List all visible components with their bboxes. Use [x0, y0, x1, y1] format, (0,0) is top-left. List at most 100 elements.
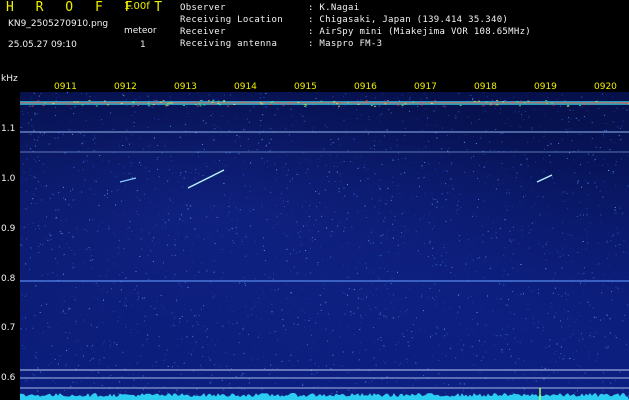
receiver-value: : AirSpy mini (Miakejima VOR 108.65MHz) [308, 27, 532, 37]
carrier-speck [270, 102, 273, 103]
carrier-speck [95, 105, 98, 107]
time-tick: 0914 [234, 82, 257, 92]
observer-value: : K.Nagai [308, 3, 360, 13]
carrier-speck [199, 100, 202, 102]
carrier-speck [217, 100, 220, 102]
carrier-speck [152, 104, 155, 106]
carrier-speck [567, 105, 570, 107]
carrier-speck [485, 101, 488, 103]
carrier-speck [31, 105, 34, 107]
carrier-speck [287, 103, 290, 105]
carrier-speck [261, 103, 264, 105]
carrier-speck [103, 100, 106, 102]
carrier-speck [211, 104, 214, 106]
antenna-value: : Maspro FM-3 [308, 39, 383, 49]
carrier-speck [223, 100, 226, 101]
carrier-speck [430, 103, 433, 104]
carrier-speck [545, 102, 548, 104]
carrier-speck [212, 100, 215, 102]
y-tick: 0.7 [1, 323, 16, 333]
carrier-speck [320, 100, 323, 102]
carrier-speck [106, 104, 109, 106]
carrier-speck [196, 105, 199, 107]
carrier-speck [552, 104, 555, 106]
carrier-speck [76, 101, 79, 103]
carrier-speck [233, 104, 236, 105]
carrier-speck [370, 105, 373, 106]
carrier-speck [374, 105, 377, 107]
carrier-speck [347, 102, 350, 104]
carrier-speck [66, 104, 69, 106]
carrier-speck [478, 100, 480, 102]
y-tick: 0.8 [1, 274, 16, 284]
carrier-speck [551, 102, 554, 104]
time-tick: 0920 [594, 82, 617, 92]
carrier-speck [207, 100, 210, 102]
time-tick: 0918 [474, 82, 497, 92]
carrier-speck [490, 103, 493, 105]
time-tick: 0913 [174, 82, 197, 92]
carrier-speck [297, 101, 300, 103]
carrier-speck [223, 101, 226, 103]
time-tick: 0912 [114, 82, 137, 92]
carrier-speck [545, 100, 548, 102]
carrier-speck [579, 105, 581, 107]
carrier-speck [595, 100, 598, 102]
signal-trace [20, 393, 629, 400]
carrier-speck [304, 105, 306, 107]
carrier-speck [153, 100, 156, 102]
unit-label: kHz [1, 74, 18, 84]
carrier-speck [131, 105, 134, 107]
spectrogram [20, 92, 629, 400]
carrier-speck [442, 105, 445, 107]
carrier-speck [420, 104, 423, 106]
carrier-speck [482, 105, 485, 107]
meteor-echo [187, 169, 225, 189]
carrier-speck [336, 103, 339, 105]
carrier-speck [218, 103, 221, 105]
carrier-speck [88, 100, 91, 102]
carrier-speck [159, 101, 162, 103]
observer-label: Observer [180, 3, 226, 13]
carrier-speck [187, 101, 190, 103]
carrier-speck [511, 101, 514, 103]
carrier-speck [136, 104, 139, 106]
carrier-speck [52, 103, 55, 105]
y-tick: 1.1 [1, 124, 16, 134]
location-value: : Chigasaki, Japan (139.414 35.340) [308, 15, 509, 25]
carrier-speck [622, 103, 625, 105]
carrier-speck [211, 101, 214, 103]
carrier-speck [305, 104, 307, 106]
carrier-speck [489, 104, 492, 106]
time-tick: 0919 [534, 82, 557, 92]
y-tick: 1.0 [1, 174, 16, 184]
carrier-speck [626, 102, 629, 104]
meteor-echo [119, 177, 137, 183]
version-label: 1.00f [124, 1, 150, 12]
carrier-speck [270, 104, 272, 105]
carrier-speck [516, 101, 519, 103]
carrier-speck [271, 101, 274, 103]
carrier-speck [492, 103, 495, 105]
carrier-speck [496, 104, 499, 106]
carrier-speck [420, 102, 423, 104]
time-tick: 0915 [294, 82, 317, 92]
y-tick: 0.9 [1, 224, 16, 234]
carrier-speck [397, 104, 400, 106]
carrier-speck [527, 100, 530, 102]
carrier-speck [259, 102, 262, 104]
carrier-speck [583, 104, 586, 106]
carrier-speck [401, 104, 404, 106]
carrier-speck [242, 101, 245, 102]
carrier-speck [199, 105, 202, 107]
carrier-speck [162, 100, 165, 102]
carrier-speck [412, 101, 415, 103]
time-tick: 0916 [354, 82, 377, 92]
carrier-speck [147, 103, 150, 105]
filename-label: KN9_2505270910.png [8, 19, 109, 29]
carrier-speck [44, 102, 47, 104]
carrier-speck [338, 102, 341, 103]
carrier-speck [277, 102, 280, 104]
carrier-speck [282, 104, 285, 106]
spectrogram-canvas [20, 92, 629, 400]
